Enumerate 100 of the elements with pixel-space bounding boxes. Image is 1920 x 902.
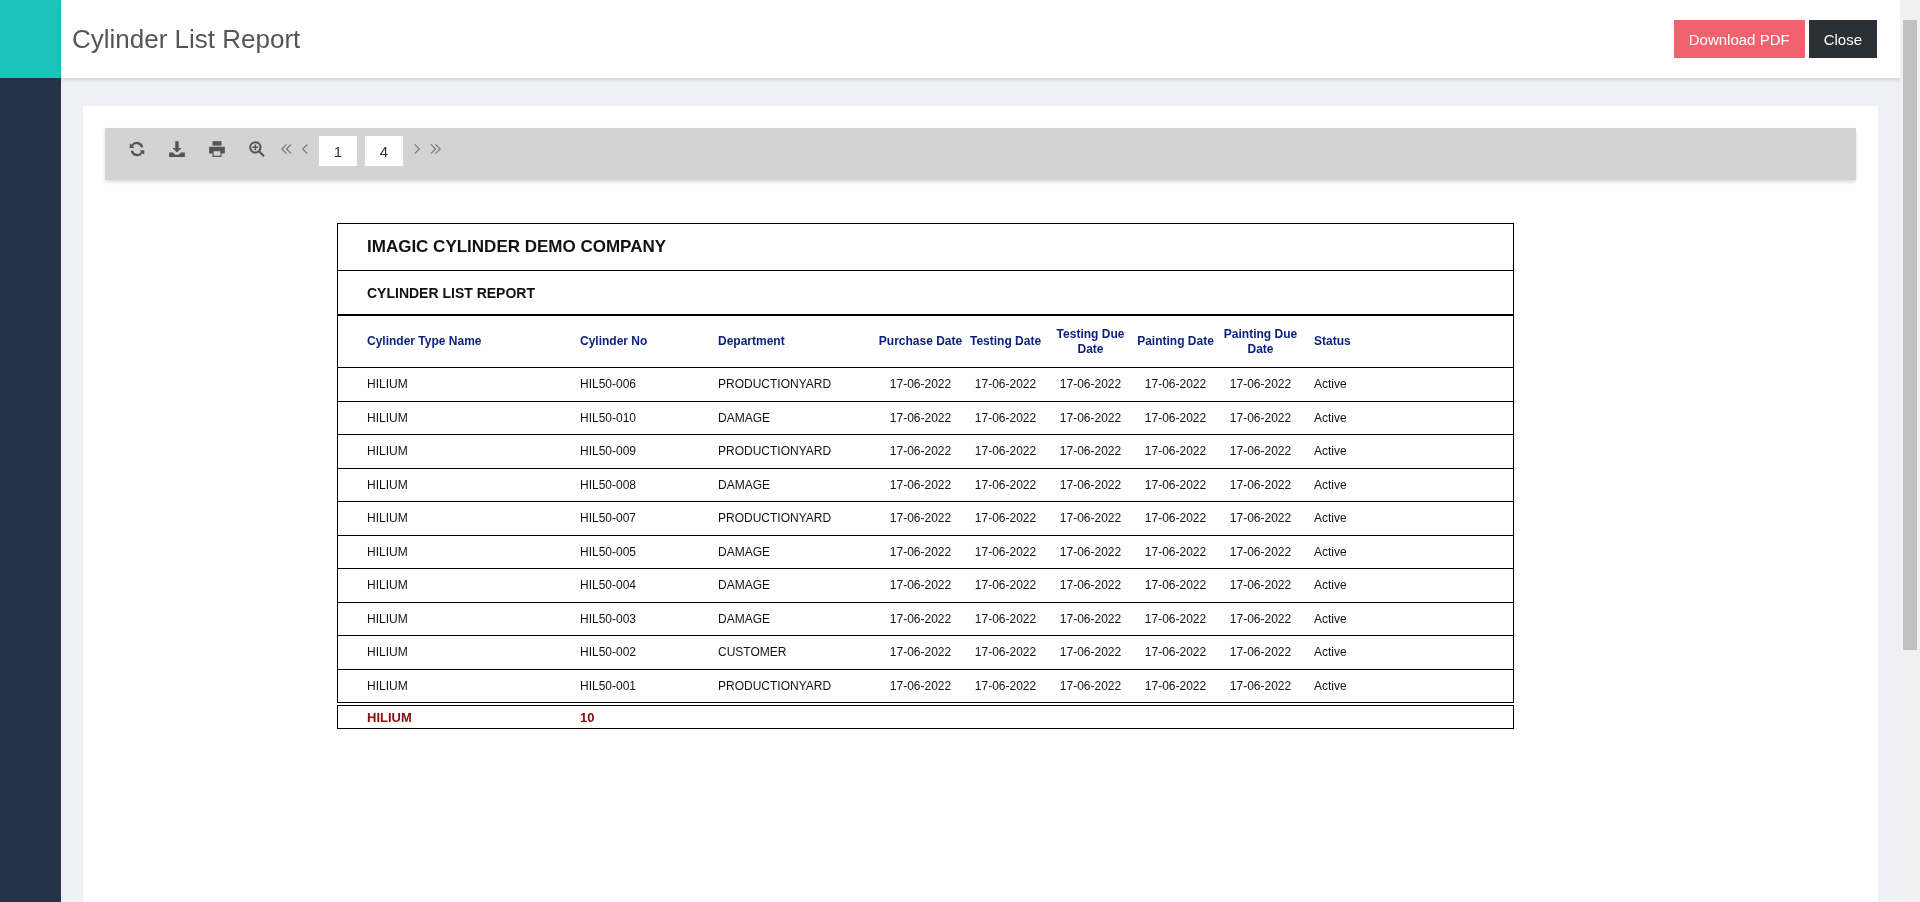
column-header: Painting Due Date [1222,326,1299,357]
table-cell-text: PRODUCTIONYARD [718,444,833,459]
table-cell-text: DAMAGE [718,578,771,593]
table-cell-text: 17-06-2022 [888,511,953,526]
refresh-icon[interactable] [128,140,146,158]
table-cell-text: 17-06-2022 [1058,678,1123,693]
table-cell-text: 17-06-2022 [888,544,953,559]
table-cell-text: 17-06-2022 [1228,511,1293,526]
table-cell-text: 17-06-2022 [973,444,1038,459]
table-cell-text: HILIUM [367,410,409,425]
column-header: Testing Date [968,334,1043,349]
table-cell-text: 17-06-2022 [1143,678,1208,693]
table-cell-text: 17-06-2022 [1228,377,1293,392]
table-cell-text: Active [1313,678,1348,693]
report-title: CYLINDER LIST REPORT [337,271,1514,316]
table-cell-text: 17-06-2022 [973,678,1038,693]
column-header: Cylinder Type Name [367,334,483,349]
table-cell-text: 17-06-2022 [1143,511,1208,526]
table-cell-text: Active [1313,544,1348,559]
table-cell-text: 17-06-2022 [1143,611,1208,626]
table-cell-text: 17-06-2022 [888,477,953,492]
table-cell-text: 17-06-2022 [1228,578,1293,593]
column-header: Status [1313,334,1352,349]
column-header: Department [718,334,786,349]
first-page-icon[interactable] [281,142,292,156]
table-cell-text: 17-06-2022 [1228,477,1293,492]
table-cell-text: HILIUM [367,611,409,626]
table-cell-text: Active [1313,611,1348,626]
table-cell-text: PRODUCTIONYARD [718,511,833,526]
table-cell-text: 17-06-2022 [1228,678,1293,693]
table-cell-text: 17-06-2022 [973,377,1038,392]
table-cell-text: 17-06-2022 [1058,511,1123,526]
table-cell-text: 17-06-2022 [973,544,1038,559]
table-cell-text: Active [1313,444,1348,459]
column-header: Testing Due Date [1055,326,1126,357]
table-cell-text: Active [1313,477,1348,492]
table-cell-text: 17-06-2022 [888,410,953,425]
table-cell-text: 17-06-2022 [1058,611,1123,626]
page-number-field[interactable]: 1 [319,136,357,166]
table-cell-text: 17-06-2022 [888,578,953,593]
table-cell-text: 17-06-2022 [1058,477,1123,492]
table-cell-text: 17-06-2022 [1143,410,1208,425]
print-icon[interactable] [208,140,226,158]
zoom-in-icon[interactable] [248,140,266,158]
table-cell-text: Active [1313,578,1348,593]
table-cell-text: 17-06-2022 [973,611,1038,626]
table-cell-text: HIL50-007 [580,511,638,526]
table-cell-text: 17-06-2022 [973,578,1038,593]
table-cell-text: 17-06-2022 [1143,645,1208,660]
table-cell-text: Active [1313,645,1348,660]
table-cell-text: 17-06-2022 [888,678,953,693]
page-title: Cylinder List Report [72,23,302,55]
summary-type-name: HILIUM [367,709,413,725]
table-cell-text: 17-06-2022 [1058,645,1123,660]
table-cell-text: 17-06-2022 [973,410,1038,425]
table-cell-text: 17-06-2022 [1228,444,1293,459]
total-pages-field[interactable]: 4 [365,136,403,166]
table-cell-text: 17-06-2022 [1058,544,1123,559]
table-cell-text: PRODUCTIONYARD [718,678,833,693]
table-cell-text: 17-06-2022 [1058,410,1123,425]
summary-count: 10 [580,709,596,725]
table-cell-text: 17-06-2022 [973,511,1038,526]
table-cell-text: HIL50-003 [580,611,638,626]
table-cell-text: HIL50-005 [580,544,638,559]
table-cell-text: 17-06-2022 [1143,578,1208,593]
table-cell-text: 17-06-2022 [1143,444,1208,459]
table-cell-text: 17-06-2022 [1143,377,1208,392]
table-cell-text: HILIUM [367,477,409,492]
table-cell-text: 17-06-2022 [973,477,1038,492]
table-cell-text: HILIUM [367,678,409,693]
download-icon[interactable] [168,140,186,158]
table-cell-text: HILIUM [367,544,409,559]
table-cell-text: 17-06-2022 [1228,544,1293,559]
table-cell-text: 17-06-2022 [1228,410,1293,425]
table-cell-text: HILIUM [367,578,409,593]
table-cell-text: HIL50-001 [580,678,638,693]
table-cell-text: HILIUM [367,511,409,526]
table-cell-text: 17-06-2022 [1228,611,1293,626]
scrollbar[interactable] [1900,0,1920,902]
table-cell-text: DAMAGE [718,544,771,559]
table-cell-text: HILIUM [367,645,409,660]
table-cell-text: DAMAGE [718,410,771,425]
close-button[interactable]: Close [1808,20,1877,58]
table-cell-text: 17-06-2022 [1143,477,1208,492]
last-page-icon[interactable] [430,142,441,156]
table-cell-text: HIL50-009 [580,444,638,459]
column-header: Purchase Date [878,334,963,349]
table-cell-text: Active [1313,511,1348,526]
column-header: Painting Date [1136,334,1215,349]
table-cell-text: 17-06-2022 [1058,578,1123,593]
table-cell-text: 17-06-2022 [888,444,953,459]
table-cell-text: CUSTOMER [718,645,788,660]
table-cell-text: HILIUM [367,377,409,392]
table-cell-text: 17-06-2022 [888,377,953,392]
table-cell-text: HIL50-002 [580,645,638,660]
table-cell-text: HIL50-006 [580,377,638,392]
table-cell-text: HIL50-008 [580,477,638,492]
table-cell-text: 17-06-2022 [973,645,1038,660]
table-cell-text: 17-06-2022 [888,645,953,660]
table-cell-text: HIL50-010 [580,410,638,425]
